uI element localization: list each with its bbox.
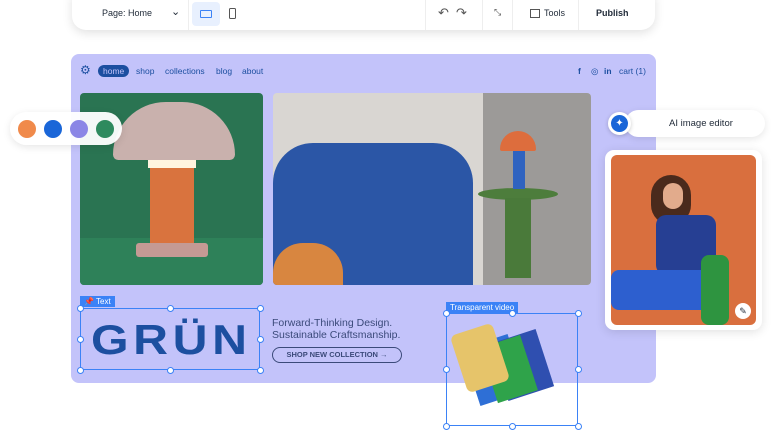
cart-link[interactable]: cart (1) — [619, 66, 646, 76]
brand-logo: GRÜN — [91, 316, 252, 363]
collapse-icon[interactable]: ⤡ — [494, 7, 501, 18]
resize-handle[interactable] — [76, 366, 84, 374]
text-tag: 📌 Text — [80, 296, 115, 307]
interior-image[interactable] — [273, 93, 591, 285]
resize-handle[interactable] — [442, 365, 450, 373]
publish-button[interactable]: Publish — [596, 8, 629, 18]
chevron-down-icon[interactable]: ⌄ — [171, 5, 180, 18]
resize-handle[interactable] — [166, 304, 174, 312]
shop-collection-button[interactable]: SHOP NEW COLLECTION → — [272, 347, 402, 363]
resize-handle[interactable] — [508, 422, 516, 430]
nav-home[interactable]: home — [98, 65, 130, 77]
pin-icon: 📌 — [84, 297, 94, 306]
desktop-view-button[interactable] — [192, 2, 220, 26]
editor-toolbar: Page: Home ⌄ ↶ ↷ ⤡ Tools Publish — [72, 0, 655, 30]
linkedin-icon[interactable]: in — [604, 66, 612, 76]
tagline-line-2: Sustainable Craftsmanship. — [272, 329, 401, 341]
edit-pencil-icon[interactable]: ✎ — [735, 303, 751, 319]
resize-handle[interactable] — [256, 304, 264, 312]
resize-handle[interactable] — [574, 422, 582, 430]
color-swatch-blue[interactable] — [44, 120, 62, 138]
sparkle-icon[interactable]: ✦ — [608, 112, 631, 135]
color-swatch-purple[interactable] — [70, 120, 88, 138]
facebook-icon[interactable]: f — [578, 66, 581, 76]
color-swatch-orange[interactable] — [18, 120, 36, 138]
nav-blog[interactable]: blog — [216, 66, 232, 76]
resize-handle[interactable] — [256, 366, 264, 374]
ai-editor-pill[interactable]: AI image editor — [625, 110, 765, 137]
mobile-icon[interactable] — [229, 8, 236, 19]
resize-handle[interactable] — [76, 304, 84, 312]
nav-shop[interactable]: shop — [136, 66, 154, 76]
tagline: Forward-Thinking Design. Sustainable Cra… — [272, 317, 400, 341]
tools-button[interactable]: Tools — [544, 8, 565, 18]
resize-handle[interactable] — [256, 335, 264, 343]
resize-handle[interactable] — [508, 309, 516, 317]
desktop-icon — [200, 10, 212, 18]
text-tag-label: Text — [96, 297, 111, 306]
resize-handle[interactable] — [574, 365, 582, 373]
instagram-icon[interactable]: ◎ — [591, 66, 598, 77]
model-photo[interactable]: ✎ — [611, 155, 756, 325]
video-tag: Transparent video — [446, 302, 519, 313]
resize-handle[interactable] — [574, 309, 582, 317]
undo-icon[interactable]: ↶ — [438, 5, 449, 21]
ai-editor-label: AI image editor — [669, 118, 733, 129]
color-swatch-green[interactable] — [96, 120, 114, 138]
resize-handle[interactable] — [442, 422, 450, 430]
tagline-line-1: Forward-Thinking Design. — [272, 317, 393, 329]
resize-handle[interactable] — [442, 309, 450, 317]
nav-collections[interactable]: collections — [165, 66, 205, 76]
tools-icon — [530, 9, 540, 18]
resize-handle[interactable] — [166, 366, 174, 374]
redo-icon[interactable]: ↷ — [456, 5, 467, 21]
page-select[interactable]: Page: Home — [102, 8, 152, 18]
color-palette — [10, 112, 122, 145]
gear-logo-icon: ⚙ — [80, 63, 91, 77]
resize-handle[interactable] — [76, 335, 84, 343]
ai-photo-card[interactable]: ✎ — [605, 150, 762, 330]
nav-about[interactable]: about — [242, 66, 263, 76]
